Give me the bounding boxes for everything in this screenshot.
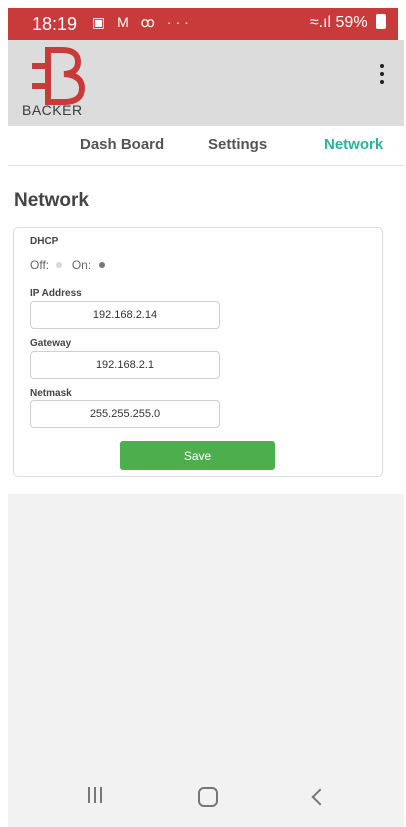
gateway-label: Gateway bbox=[30, 338, 72, 349]
ip-address-label: IP Address bbox=[30, 288, 82, 299]
back-icon[interactable] bbox=[311, 788, 329, 806]
status-right: ≈.ıl 59% bbox=[310, 14, 386, 32]
notification-icons: ▣ M ꝏ ··· bbox=[92, 14, 193, 30]
dhcp-on-radio[interactable] bbox=[98, 262, 105, 269]
dhcp-off-label: Off: bbox=[30, 258, 50, 272]
gateway-input[interactable] bbox=[30, 351, 220, 379]
battery-icon bbox=[376, 14, 386, 29]
empty-content-area bbox=[8, 494, 404, 769]
dhcp-radio-group: Off: On: bbox=[30, 258, 111, 272]
tab-settings[interactable]: Settings bbox=[208, 136, 267, 153]
dhcp-on-label: On: bbox=[71, 258, 92, 272]
tab-dash-board[interactable]: Dash Board bbox=[80, 136, 164, 153]
save-button[interactable]: Save bbox=[120, 441, 275, 470]
battery-percent: 59% bbox=[335, 14, 368, 31]
signal-icon: ≈.ıl bbox=[309, 14, 332, 31]
recents-icon[interactable] bbox=[88, 787, 108, 805]
netmask-label: Netmask bbox=[30, 388, 72, 399]
dhcp-label: DHCP bbox=[30, 236, 59, 247]
dhcp-off-radio[interactable] bbox=[56, 262, 63, 269]
status-bar: 18:19 ▣ M ꝏ ··· ≈.ıl 59% bbox=[8, 8, 398, 40]
page-title: Network bbox=[14, 190, 89, 211]
kebab-menu-icon[interactable] bbox=[378, 64, 386, 88]
network-settings-card: DHCP Off: On: IP Address Gateway Netmask… bbox=[13, 227, 383, 477]
app-header: BACKER bbox=[8, 40, 404, 126]
tab-bar: Dash Board Settings Network bbox=[8, 126, 404, 166]
tab-network[interactable]: Network bbox=[324, 136, 383, 153]
status-time: 18:19 bbox=[32, 14, 78, 34]
logo-text: BACKER bbox=[22, 102, 83, 118]
system-nav-bar bbox=[8, 769, 404, 827]
ip-address-input[interactable] bbox=[30, 301, 220, 329]
netmask-input[interactable] bbox=[30, 400, 220, 428]
home-icon[interactable] bbox=[198, 787, 218, 807]
